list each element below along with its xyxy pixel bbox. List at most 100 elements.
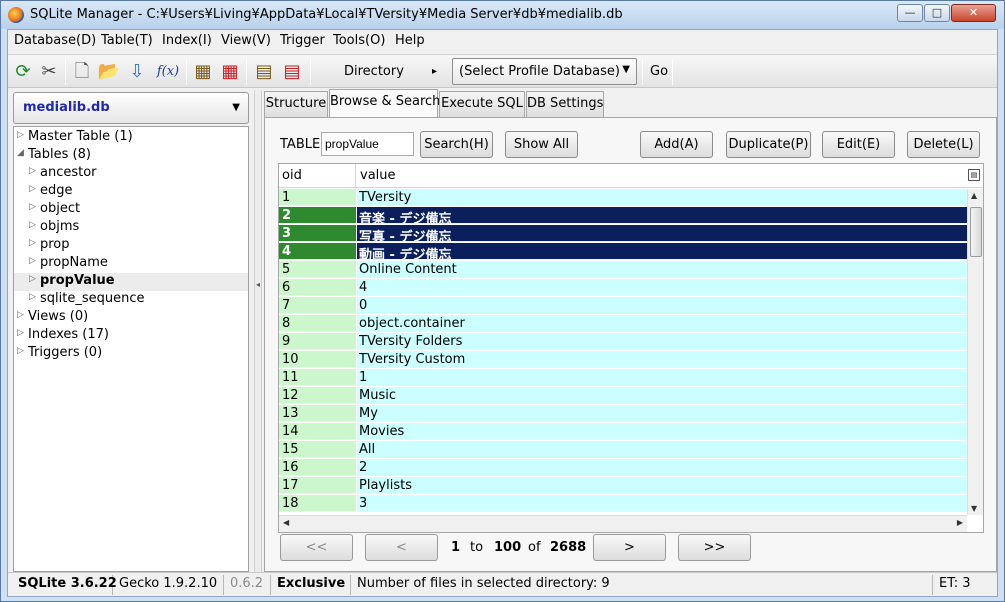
cell-value[interactable]: object.container bbox=[357, 315, 967, 332]
cell-value[interactable]: TVersity Folders bbox=[357, 333, 967, 350]
tree-item[interactable]: ▷ propValue bbox=[14, 273, 248, 291]
minimize-button[interactable]: — bbox=[897, 4, 923, 22]
menu-database[interactable]: Database(D) bbox=[14, 33, 96, 48]
table-row[interactable]: 12 Music bbox=[279, 387, 967, 405]
drop-index-icon[interactable]: ▤ bbox=[280, 60, 304, 84]
maximize-button[interactable]: □ bbox=[924, 4, 950, 22]
tab-db-settings[interactable]: DB Settings bbox=[526, 91, 604, 117]
table-row[interactable]: 64 bbox=[279, 279, 967, 297]
tree-item[interactable]: ▷ Master Table (1) bbox=[14, 129, 248, 147]
table-row[interactable]: 17 Playlists bbox=[279, 477, 967, 495]
tree-item[interactable]: ▷ object bbox=[14, 201, 248, 219]
first-page-button[interactable]: << bbox=[280, 534, 353, 561]
table-row[interactable]: 13 My bbox=[279, 405, 967, 423]
cell-oid[interactable]: 12 bbox=[279, 387, 356, 404]
cell-oid[interactable]: 16 bbox=[279, 459, 356, 476]
delete-record-button[interactable]: Delete(L) bbox=[907, 131, 980, 158]
edit-record-button[interactable]: Edit(E) bbox=[822, 131, 895, 158]
create-index-icon[interactable]: ▤ bbox=[252, 60, 276, 84]
cell-oid[interactable]: 17 bbox=[279, 477, 356, 494]
table-row[interactable]: 14 Movies bbox=[279, 423, 967, 441]
cell-value[interactable]: Music bbox=[357, 387, 967, 404]
table-row[interactable]: 8 object.container bbox=[279, 315, 967, 333]
tree-item[interactable]: ▷ sqlite_sequence bbox=[14, 291, 248, 309]
menu-tools[interactable]: Tools(O) bbox=[333, 33, 385, 48]
column-picker-icon[interactable]: ▤ bbox=[968, 169, 980, 181]
cell-oid[interactable]: 14 bbox=[279, 423, 356, 440]
cell-oid[interactable]: 1 bbox=[279, 189, 356, 206]
cell-value[interactable]: Movies bbox=[357, 423, 967, 440]
new-db-icon[interactable]: 🗋 bbox=[70, 60, 94, 84]
tab-structure[interactable]: Structure bbox=[264, 91, 328, 117]
menu-index[interactable]: Index(I) bbox=[162, 33, 212, 48]
cell-value[interactable]: 音楽 - デジ備忘 bbox=[357, 207, 967, 224]
tree-collapsed-icon[interactable]: ▷ bbox=[17, 130, 24, 140]
table-row[interactable]: 2 音楽 - デジ備忘 bbox=[279, 207, 967, 225]
open-db-icon[interactable]: 📂 bbox=[97, 60, 121, 84]
tools-icon[interactable]: ✂ bbox=[37, 60, 61, 84]
table-row[interactable]: 16 2 bbox=[279, 459, 967, 477]
add-record-button[interactable]: Add(A) bbox=[640, 131, 713, 158]
cell-oid[interactable]: 10 bbox=[279, 351, 356, 368]
scroll-thumb[interactable] bbox=[970, 207, 982, 257]
cell-value[interactable]: Playlists bbox=[357, 477, 967, 494]
tree-collapsed-icon[interactable]: ▷ bbox=[29, 274, 36, 284]
cell-oid[interactable]: 4 bbox=[279, 243, 356, 260]
cell-oid[interactable]: 7 bbox=[279, 297, 356, 314]
attach-db-icon[interactable]: ⇩ bbox=[125, 60, 149, 84]
tree-collapsed-icon[interactable]: ▷ bbox=[29, 220, 36, 230]
table-row[interactable]: 9 TVersity Folders bbox=[279, 333, 967, 351]
tree-collapsed-icon[interactable]: ▷ bbox=[29, 238, 36, 248]
panel-splitter[interactable]: ◂ bbox=[254, 90, 262, 572]
tree-item[interactable]: ▷ edge bbox=[14, 183, 248, 201]
tree-expanded-icon[interactable]: ◢ bbox=[17, 148, 24, 158]
directory-arrow-icon[interactable]: ▸ bbox=[432, 66, 437, 77]
tree-collapsed-icon[interactable]: ▷ bbox=[29, 184, 36, 194]
database-select[interactable]: medialib.db ▼ bbox=[13, 92, 249, 124]
scroll-down-icon[interactable]: ▼ bbox=[971, 504, 977, 513]
cell-oid[interactable]: 5 bbox=[279, 261, 356, 278]
directory-menu[interactable]: Directory bbox=[344, 64, 404, 79]
cell-value[interactable]: 0 bbox=[357, 297, 967, 314]
tree-collapsed-icon[interactable]: ▷ bbox=[17, 310, 24, 320]
function-icon[interactable]: f(x) bbox=[153, 60, 183, 84]
cell-oid[interactable]: 13 bbox=[279, 405, 356, 422]
splitter-grip-icon[interactable]: ◂ bbox=[256, 280, 260, 289]
cell-value[interactable]: My bbox=[357, 405, 967, 422]
tree-item[interactable]: ▷ Triggers (0) bbox=[14, 345, 248, 363]
cell-oid[interactable]: 18 bbox=[279, 495, 356, 512]
go-button[interactable]: Go bbox=[650, 64, 668, 79]
tree-collapsed-icon[interactable]: ▷ bbox=[29, 166, 36, 176]
cell-value[interactable]: TVersity Custom bbox=[357, 351, 967, 368]
cell-oid[interactable]: 2 bbox=[279, 207, 356, 224]
scroll-left-icon[interactable]: ◀ bbox=[283, 518, 289, 527]
vertical-scrollbar[interactable]: ▲ ▼ bbox=[967, 189, 983, 515]
cell-value[interactable]: Online Content bbox=[357, 261, 967, 278]
refresh-icon[interactable]: ⟳ bbox=[11, 60, 35, 84]
cell-value[interactable]: All bbox=[357, 441, 967, 458]
cell-oid[interactable]: 6 bbox=[279, 279, 356, 296]
profile-db-select[interactable]: (Select Profile Database) ▼ bbox=[452, 58, 637, 85]
cell-value[interactable]: 3 bbox=[357, 495, 967, 512]
tree-collapsed-icon[interactable]: ▷ bbox=[17, 328, 24, 338]
cell-value[interactable]: 2 bbox=[357, 459, 967, 476]
column-header-oid[interactable]: oid bbox=[279, 164, 356, 188]
close-button[interactable]: ✕ bbox=[951, 4, 996, 22]
scroll-up-icon[interactable]: ▲ bbox=[971, 191, 977, 200]
table-row[interactable]: 11 1 bbox=[279, 369, 967, 387]
cell-oid[interactable]: 11 bbox=[279, 369, 356, 386]
table-row[interactable]: 1 TVersity bbox=[279, 189, 967, 207]
tree-collapsed-icon[interactable]: ▷ bbox=[17, 346, 24, 356]
menu-trigger[interactable]: Trigger bbox=[280, 33, 325, 48]
tree-collapsed-icon[interactable]: ▷ bbox=[29, 256, 36, 266]
tree-item[interactable]: ▷ ancestor bbox=[14, 165, 248, 183]
scroll-right-icon[interactable]: ▶ bbox=[957, 518, 963, 527]
menu-table[interactable]: Table(T) bbox=[101, 33, 153, 48]
table-row[interactable]: 5 Online Content bbox=[279, 261, 967, 279]
table-row[interactable]: 10 TVersity Custom bbox=[279, 351, 967, 369]
drop-table-icon[interactable]: ▦ bbox=[218, 60, 242, 84]
tree-collapsed-icon[interactable]: ▷ bbox=[29, 202, 36, 212]
table-name-input[interactable] bbox=[321, 132, 414, 156]
cell-oid[interactable]: 8 bbox=[279, 315, 356, 332]
create-table-icon[interactable]: ▦ bbox=[191, 60, 215, 84]
